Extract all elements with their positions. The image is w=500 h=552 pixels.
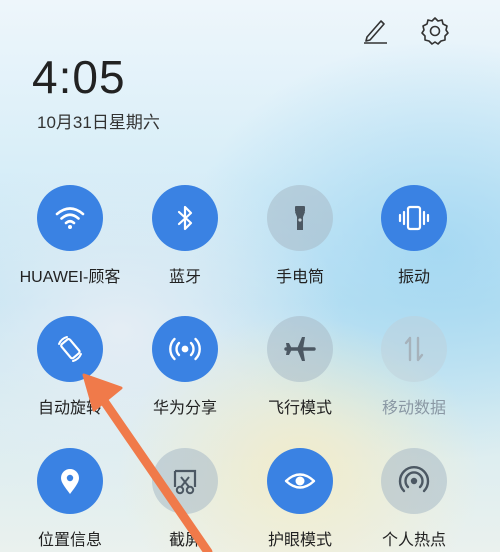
tile-screenshot[interactable]: 截屏 [128,448,242,550]
clock-time: 4:05 [32,51,126,103]
wifi-icon[interactable] [37,185,103,251]
tile-label: 位置信息 [37,532,102,549]
mobile-data-icon[interactable] [381,316,447,382]
tile-label: 自动旋转 [37,400,102,417]
screenshot-icon[interactable] [152,448,218,514]
edit-icon[interactable] [357,12,393,48]
tile-location[interactable]: 位置信息 [13,448,127,550]
tile-label: 飞行模式 [267,400,332,417]
tile-eye-comfort[interactable]: 护眼模式 [243,448,357,550]
tile-label: 华为分享 [152,400,217,417]
tile-hotspot[interactable]: 个人热点 [357,448,471,550]
tile-mobile-data[interactable]: 移动数据 [357,316,471,418]
tile-wifi[interactable]: HUAWEI-顾客 [13,185,127,287]
clock-date: 10月31日星期六 [37,113,160,132]
huawei-share-icon[interactable] [152,316,218,382]
tile-label: 蓝牙 [168,269,201,286]
tile-label: 移动数据 [381,400,446,417]
tile-airplane[interactable]: 飞行模式 [243,316,357,418]
tile-flashlight[interactable]: 手电筒 [243,185,357,287]
airplane-icon[interactable] [267,316,333,382]
location-icon[interactable] [37,448,103,514]
tile-auto-rotate[interactable]: 自动旋转 [13,316,127,418]
tile-label: 个人热点 [381,532,446,549]
auto-rotate-icon[interactable] [37,316,103,382]
settings-gear-icon[interactable] [416,12,454,50]
vibrate-icon[interactable] [381,185,447,251]
hotspot-icon[interactable] [381,448,447,514]
tile-vibrate[interactable]: 振动 [357,185,471,287]
tile-label: 截屏 [168,532,201,549]
tile-bluetooth[interactable]: 蓝牙 [128,185,242,287]
tile-label: 手电筒 [275,269,324,286]
bluetooth-icon[interactable] [152,185,218,251]
tile-label: HUAWEI-顾客 [19,269,121,286]
flashlight-icon[interactable] [267,185,333,251]
tile-label: 振动 [397,269,430,286]
eye-comfort-icon[interactable] [267,448,333,514]
tile-huawei-share[interactable]: 华为分享 [128,316,242,418]
tile-label: 护眼模式 [267,532,332,549]
